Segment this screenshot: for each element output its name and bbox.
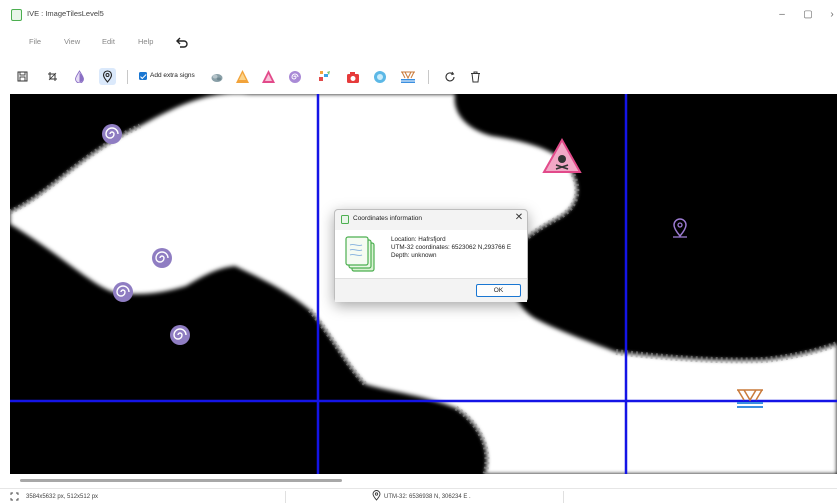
horizontal-scrollbar[interactable] (10, 478, 837, 484)
location-pin-icon (372, 490, 381, 501)
image-dimensions: 3584x5632 px, 512x512 px (26, 494, 99, 500)
app-icon (341, 215, 349, 224)
sign-bridge-button[interactable] (399, 68, 416, 85)
menu-bar: File View Edit Help (0, 32, 837, 56)
sign-whirlpool-button[interactable] (286, 68, 303, 85)
dialog-text: Location: Hafrsfjord UTM-32 coordinates:… (391, 236, 511, 260)
spiral-icon[interactable] (113, 282, 133, 302)
location-pin-icon (102, 70, 113, 83)
menu-file[interactable]: File (29, 37, 41, 46)
refresh-icon (445, 71, 455, 81)
sign-hazard-button[interactable] (260, 68, 277, 85)
depth-text: Depth: unknown (391, 252, 437, 259)
status-bar: 3584x5632 px, 512x512 px UTM-32: 6536938… (0, 488, 837, 504)
toolbar: Add extra signs (0, 64, 837, 90)
spiral-icon[interactable] (170, 325, 190, 345)
crop-icon (48, 72, 57, 81)
spiral-icon (288, 70, 301, 83)
app-icon (11, 9, 22, 21)
dimensions-icon (10, 492, 19, 501)
camera-icon (346, 71, 359, 83)
status-separator (563, 491, 564, 503)
add-extra-signs-checkbox[interactable] (139, 72, 147, 80)
rock-icon (211, 73, 222, 82)
refresh-button[interactable] (441, 68, 458, 85)
sign-ferry-button[interactable] (316, 68, 333, 85)
sign-diver-button[interactable] (371, 68, 388, 85)
menu-help[interactable]: Help (138, 37, 153, 46)
dialog-title: Coordinates information (353, 215, 423, 222)
hazard-icon (262, 70, 275, 83)
location-text: Location: Hafrsfjord (391, 236, 446, 243)
coordinates-dialog: Coordinates information ✕ Location: Hafr… (334, 209, 528, 302)
coordinates-button[interactable] (99, 68, 116, 85)
undo-button[interactable] (174, 35, 190, 51)
sign-beacon-button[interactable] (234, 68, 251, 85)
trash-icon (471, 71, 480, 82)
minimize-button[interactable]: – (771, 5, 793, 25)
spiral-icon[interactable] (152, 248, 172, 268)
cursor-coordinates: UTM-32: 6536938 N, 306234 E . (384, 494, 471, 500)
menu-view[interactable]: View (64, 37, 80, 46)
close-button[interactable]: › (821, 5, 837, 25)
save-button[interactable] (14, 68, 31, 85)
dialog-body: Location: Hafrsfjord UTM-32 coordinates:… (335, 230, 527, 278)
save-icon (17, 71, 28, 82)
bridge-icon (400, 71, 415, 83)
dialog-close-button[interactable]: ✕ (513, 212, 525, 224)
depth-button[interactable] (71, 68, 88, 85)
beacon-icon (236, 70, 249, 83)
water-drop-icon (75, 70, 84, 83)
scrollbar-thumb[interactable] (20, 479, 342, 482)
add-extra-signs-label: Add extra signs (150, 72, 195, 79)
maximize-button[interactable]: ▢ (797, 5, 819, 25)
menu-edit[interactable]: Edit (102, 37, 115, 46)
map-document-icon (345, 236, 375, 272)
delete-button[interactable] (467, 68, 484, 85)
utm-coordinates-text: UTM-32 coordinates: 6523062 N,293766 E (391, 244, 512, 251)
crop-button[interactable] (44, 68, 61, 85)
sign-rock-button[interactable] (208, 68, 225, 85)
status-separator (285, 491, 286, 503)
ok-button[interactable]: OK (476, 284, 521, 297)
ferry-icon (318, 70, 330, 81)
toolbar-separator (127, 70, 128, 84)
title-bar: IVE : ImageTilesLevel5 – ▢ › (0, 0, 837, 30)
diver-icon (373, 70, 386, 83)
toolbar-separator (428, 70, 429, 84)
spiral-icon[interactable] (102, 124, 122, 144)
undo-icon (176, 37, 188, 48)
window-title: IVE : ImageTilesLevel5 (27, 9, 104, 18)
dialog-footer: OK (335, 278, 527, 302)
sign-camera-button[interactable] (344, 68, 361, 85)
